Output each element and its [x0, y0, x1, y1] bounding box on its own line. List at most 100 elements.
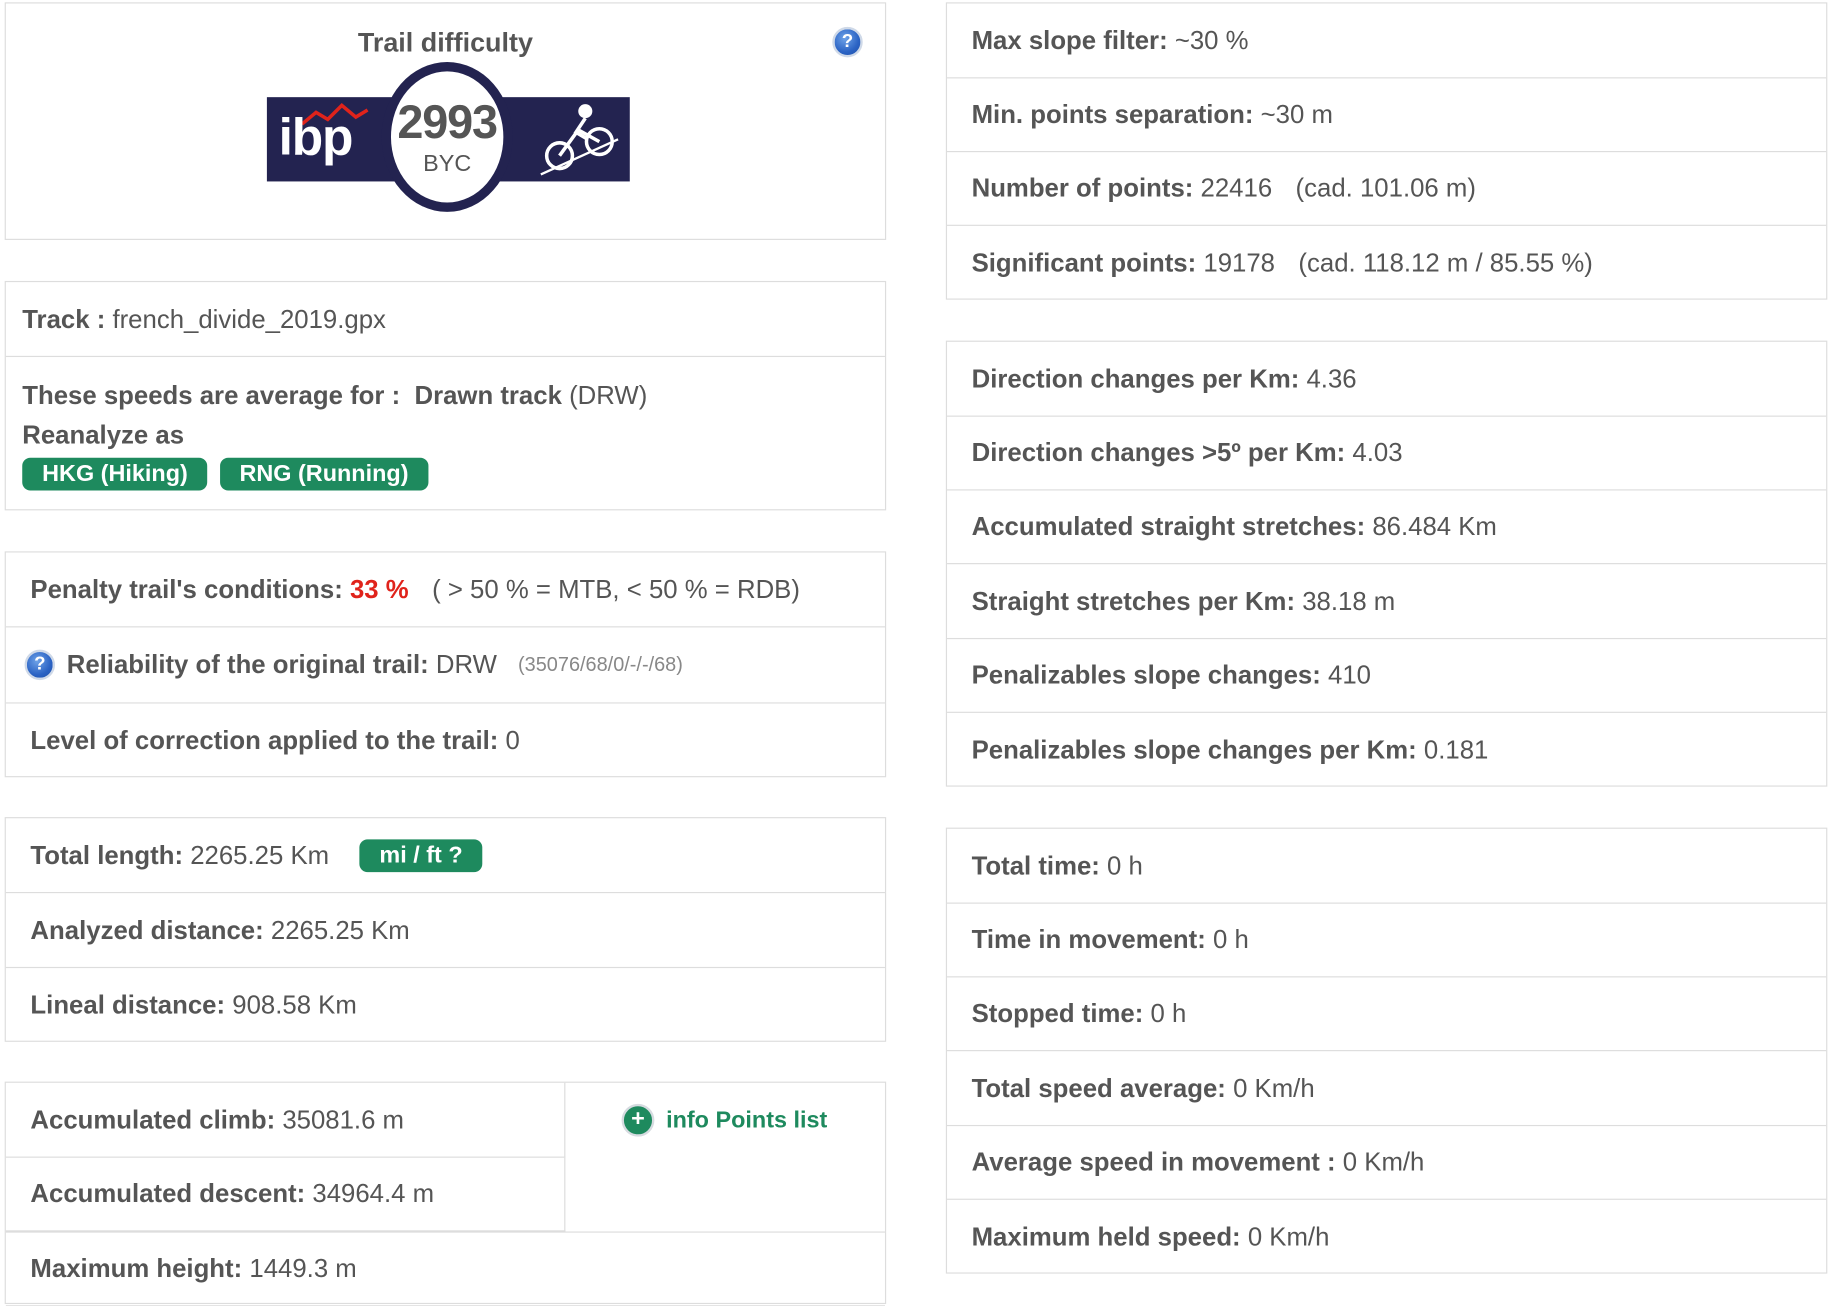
avg-move-value: 0 Km/h [1342, 1147, 1425, 1177]
significant-row: Significant points: 19178 (cad. 118.12 m… [947, 226, 1826, 300]
straight-label: Accumulated straight stretches: [971, 511, 1366, 541]
descent-row: Accumulated descent: 34964.4 m [5, 1157, 566, 1232]
slope-filter-label: Max slope filter: [971, 25, 1168, 55]
points-row: Number of points: 22416 (cad. 101.06 m) [947, 152, 1827, 226]
descent-label: Accumulated descent: [30, 1178, 306, 1209]
descent-value: 34964.4 m [312, 1178, 435, 1209]
reliability-help-icon[interactable]: ? [24, 649, 56, 681]
total-time-value: 0 h [1107, 850, 1143, 880]
time-panel: Total time: 0 h Time in movement: 0 h St… [945, 827, 1828, 1274]
reliability-row: ? Reliability of the original trail: DRW… [5, 627, 885, 704]
movement-row: Time in movement: 0 h [947, 904, 1827, 978]
speeds-label: These speeds are average for : [22, 380, 401, 410]
correction-value: 0 [505, 725, 520, 755]
dir-label: Direction changes per Km: [971, 363, 1300, 393]
difficulty-score: 2993 [397, 97, 498, 149]
lineal-row: Lineal distance: 908.58 Km [6, 968, 885, 1042]
drawn-code: (DRW) [569, 380, 648, 410]
total-length-value: 2265.25 Km [190, 839, 330, 870]
max-speed-row: Maximum held speed: 0 Km/h [947, 1200, 1826, 1274]
straight-km-value: 38.18 m [1302, 585, 1396, 616]
analyzed-row: Analyzed distance: 2265.25 Km [5, 893, 885, 969]
speed-avg-row: Total speed average: 0 Km/h [947, 1051, 1827, 1127]
significant-note: (cad. 118.12 m / 85.55 %) [1298, 247, 1593, 277]
dir5-row: Direction changes >5º per Km: 4.03 [947, 417, 1827, 491]
lineal-label: Lineal distance: [30, 989, 226, 1020]
track-label: Track : [22, 303, 106, 334]
slope-filter-row: Max slope filter: ~30 % [947, 4, 1827, 79]
straight-km-label: Straight stretches per Km: [971, 585, 1296, 616]
avg-move-row: Average speed in movement : 0 Km/h [947, 1126, 1827, 1200]
elevation-panel: Accumulated climb: 35081.6 m Accumulated… [4, 1081, 887, 1306]
penalty-row: Penalty trail's conditions: 33 % ( > 50 … [5, 553, 885, 628]
speed-avg-label: Total speed average: [971, 1072, 1226, 1103]
dir5-value: 4.03 [1352, 437, 1403, 468]
drawn-label: Drawn track [414, 380, 562, 410]
track-row: Track : french_divide_2019.gpx [5, 282, 885, 358]
reliability-detail: (35076/68/0/-/-/68) [518, 653, 683, 676]
max-speed-label: Maximum held speed: [971, 1221, 1241, 1251]
units-button[interactable]: mi / ft ? [359, 838, 483, 872]
reanalyze-label: Reanalyze as [22, 420, 185, 450]
difficulty-code: BYC [423, 151, 472, 177]
significant-value: 19178 [1203, 247, 1276, 277]
dir-value: 4.36 [1306, 363, 1357, 393]
total-time-row: Total time: 0 h [947, 829, 1827, 904]
conditions-panel: Penalty trail's conditions: 33 % ( > 50 … [4, 551, 887, 778]
points-note: (cad. 101.06 m) [1295, 173, 1476, 203]
track-panel: Track : french_divide_2019.gpx These spe… [4, 280, 887, 511]
penalizables-km-label: Penalizables slope changes per Km: [971, 734, 1417, 764]
lineal-value: 908.58 Km [232, 989, 357, 1020]
points-label: Number of points: [971, 173, 1194, 203]
plus-circle-icon: + [621, 1103, 655, 1137]
stopped-row: Stopped time: 0 h [947, 977, 1827, 1052]
climb-row: Accumulated climb: 35081.6 m [5, 1082, 566, 1158]
ibp-badge: ibp 2993 BYC [266, 62, 630, 217]
correction-label: Level of correction applied to the trail… [30, 725, 499, 755]
direction-panel: Direction changes per Km: 4.36 Direction… [945, 340, 1828, 787]
movement-label: Time in movement: [971, 924, 1206, 955]
climb-label: Accumulated climb: [30, 1104, 276, 1134]
penalizables-row: Penalizables slope changes: 410 [947, 639, 1827, 713]
straight-km-row: Straight stretches per Km: 38.18 m [947, 564, 1827, 640]
straight-value: 86.484 Km [1372, 511, 1497, 541]
penalizables-km-row: Penalizables slope changes per Km: 0.181 [947, 713, 1826, 787]
total-time-label: Total time: [971, 850, 1100, 880]
max-height-row: Maximum height: 1449.3 m [5, 1231, 885, 1306]
analyzed-label: Analyzed distance: [30, 914, 264, 945]
separation-value: ~30 m [1260, 99, 1333, 129]
reliability-value: DRW [435, 649, 497, 679]
difficulty-panel: Trail difficulty ? ibp 2993 BYC [4, 2, 887, 240]
info-points-label: info Points list [666, 1106, 828, 1133]
track-file: french_divide_2019.gpx [112, 303, 386, 334]
avg-move-label: Average speed in movement : [971, 1147, 1336, 1177]
penalty-note: ( > 50 % = MTB, < 50 % = RDB) [432, 574, 800, 604]
climb-value: 35081.6 m [282, 1104, 405, 1134]
analyzed-value: 2265.25 Km [270, 914, 410, 945]
correction-row: Level of correction applied to the trail… [6, 704, 885, 778]
penalizables-label: Penalizables slope changes: [971, 660, 1321, 690]
help-icon[interactable]: ? [832, 26, 863, 58]
stopped-value: 0 h [1150, 998, 1187, 1028]
separation-row: Min. points separation: ~30 m [947, 78, 1827, 153]
straight-row: Accumulated straight stretches: 86.484 K… [947, 490, 1827, 565]
speed-avg-value: 0 Km/h [1233, 1072, 1315, 1103]
max-speed-value: 0 Km/h [1247, 1221, 1330, 1251]
stopped-label: Stopped time: [971, 998, 1144, 1028]
reliability-label: Reliability of the original trail: [66, 649, 429, 679]
hkg-button[interactable]: HKG (Hiking) [22, 457, 208, 491]
max-height-value: 1449.3 m [249, 1253, 357, 1283]
info-points-link[interactable]: + info Points list [621, 1103, 828, 1137]
max-height-label: Maximum height: [30, 1253, 243, 1283]
penalizables-km-value: 0.181 [1423, 734, 1489, 764]
difficulty-title: Trail difficulty [357, 26, 533, 58]
cyclist-icon [540, 104, 619, 176]
distance-panel: Total length: 2265.25 Km mi / ft ? Analy… [4, 817, 887, 1042]
filters-panel: Max slope filter: ~30 % Min. points sepa… [945, 2, 1828, 300]
separation-label: Min. points separation: [971, 99, 1254, 129]
rng-button[interactable]: RNG (Running) [219, 457, 429, 491]
significant-label: Significant points: [971, 247, 1197, 277]
penalty-label: Penalty trail's conditions: [30, 574, 343, 604]
slope-filter-value: ~30 % [1174, 25, 1249, 55]
total-length-label: Total length: [30, 839, 184, 870]
